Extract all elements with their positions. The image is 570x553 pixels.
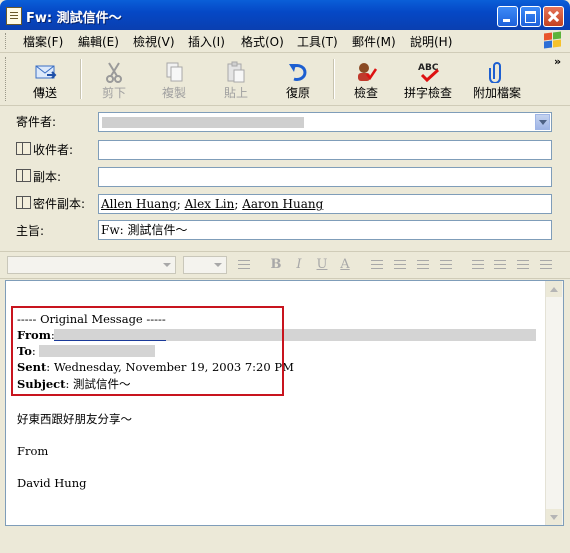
from-redacted-value (102, 117, 304, 128)
check-names-button[interactable]: 檢查 (340, 53, 392, 103)
menubar-grip (5, 33, 9, 49)
decrease-indent-icon[interactable] (415, 257, 431, 273)
toolbar-overflow-button[interactable]: » (554, 55, 561, 68)
cut-label: 剪下 (101, 86, 126, 100)
undo-button[interactable]: 復原 (272, 53, 324, 103)
subject-field[interactable]: Fw: 測試信件～ (98, 220, 552, 240)
bullet-list-icon[interactable] (392, 257, 408, 273)
annotation-highlight-box (11, 306, 284, 396)
justify-icon[interactable] (538, 257, 554, 273)
body-line-1: 好東西跟好朋友分享～ (17, 412, 132, 426)
copy-icon (162, 61, 186, 83)
to-label: 收件者: (33, 143, 74, 157)
bold-button[interactable]: B (268, 257, 284, 273)
subject-label: 主旨: (16, 224, 45, 238)
send-icon (33, 61, 57, 83)
spell-check-icon: ABC (416, 61, 440, 83)
send-button[interactable]: 傳送 (16, 53, 74, 103)
chevron-down-icon[interactable] (535, 114, 550, 130)
menu-tools[interactable]: 工具(T) (297, 33, 338, 50)
address-book-icon (16, 142, 31, 155)
close-button[interactable] (543, 6, 564, 27)
send-label: 傳送 (32, 86, 57, 100)
increase-indent-icon[interactable] (438, 257, 454, 273)
check-label: 檢查 (353, 86, 378, 100)
body-line-2: From (17, 444, 49, 458)
menu-edit[interactable]: 編輯(E) (78, 33, 119, 50)
scroll-down-icon[interactable] (546, 509, 562, 525)
vertical-scrollbar[interactable] (545, 281, 563, 525)
minimize-button[interactable] (497, 6, 518, 27)
font-name-select[interactable] (7, 256, 176, 274)
paste-label: 貼上 (223, 86, 248, 100)
bcc-recipient[interactable]: Allen Huang (101, 197, 177, 211)
windows-logo-icon (543, 31, 563, 50)
paste-icon (224, 61, 248, 83)
to-label-button[interactable]: 收件者: (16, 141, 73, 158)
address-book-icon (16, 196, 31, 209)
copy-button[interactable]: 複製 (148, 53, 200, 103)
align-left-icon[interactable] (470, 257, 486, 273)
font-color-button[interactable]: A (337, 257, 353, 273)
menu-bar: 檔案(F) 編輯(E) 檢視(V) 插入(I) 格式(O) 工具(T) 郵件(M… (0, 30, 570, 53)
title-bar[interactable]: Fw: 測試信件～ (0, 0, 570, 30)
undo-label: 復原 (285, 86, 310, 100)
from-select[interactable] (98, 112, 552, 132)
toolbar-separator (333, 59, 335, 99)
undo-icon (286, 61, 310, 83)
numbered-list-icon[interactable] (369, 257, 385, 273)
cc-field[interactable] (98, 167, 552, 187)
underline-button[interactable]: U (314, 257, 330, 273)
attach-label: 附加檔案 (472, 86, 521, 100)
recipient-separator: ; (176, 197, 181, 211)
cut-button[interactable]: 剪下 (88, 53, 140, 103)
menu-format[interactable]: 格式(O) (241, 33, 284, 50)
toolbar-separator (80, 59, 82, 99)
formatting-toolbar: B I U A (0, 251, 570, 279)
bcc-label: 密件副本: (33, 197, 86, 211)
paperclip-icon (485, 61, 509, 84)
attach-button[interactable]: 附加檔案 (466, 53, 528, 103)
bcc-label-button[interactable]: 密件副本: (16, 195, 85, 212)
font-size-select[interactable] (183, 256, 227, 274)
message-icon (6, 7, 22, 25)
address-book-icon (16, 169, 31, 182)
menu-file[interactable]: 檔案(F) (23, 33, 63, 50)
check-names-icon (354, 61, 378, 83)
recipient-separator: ; (234, 197, 239, 211)
menu-insert[interactable]: 插入(I) (188, 33, 225, 50)
window-title: Fw: 測試信件～ (26, 11, 122, 26)
body-line-3: David Hung (17, 476, 87, 490)
cc-label: 副本: (33, 170, 62, 184)
to-field[interactable] (98, 140, 552, 160)
align-right-icon[interactable] (515, 257, 531, 273)
maximize-button[interactable] (520, 6, 541, 27)
status-bar (0, 530, 570, 553)
bcc-recipient[interactable]: Aaron Huang (242, 197, 323, 211)
menu-message[interactable]: 郵件(M) (352, 33, 396, 50)
cc-label-button[interactable]: 副本: (16, 168, 61, 185)
chevron-down-icon (160, 259, 173, 271)
italic-button[interactable]: I (291, 257, 307, 273)
spell-label: 拼字檢查 (403, 86, 452, 100)
from-label: 寄件者: (16, 115, 57, 129)
spelling-button[interactable]: ABC 拼字檢查 (398, 53, 458, 103)
scissors-icon (102, 61, 126, 83)
paragraph-style-icon[interactable] (236, 257, 252, 273)
menu-view[interactable]: 檢視(V) (133, 33, 175, 50)
compose-window: Fw: 測試信件～ 檔案(F) 編輯(E) 檢視(V) 插入(I) 格式(O) … (0, 0, 570, 553)
align-center-icon[interactable] (492, 257, 508, 273)
bcc-recipient[interactable]: Alex Lin (185, 197, 235, 211)
standard-toolbar: 傳送 剪下 複製 貼上 復原 檢查 ABC 拼字檢查 附加檔案 (0, 53, 570, 106)
bcc-field[interactable]: Allen Huang; Alex Lin; Aaron Huang (98, 194, 552, 214)
copy-label: 複製 (161, 86, 186, 100)
chevron-down-icon (211, 259, 224, 271)
menu-help[interactable]: 說明(H) (410, 33, 452, 50)
scroll-up-icon[interactable] (546, 281, 562, 297)
toolbar-grip (5, 57, 9, 101)
paste-button[interactable]: 貼上 (210, 53, 262, 103)
